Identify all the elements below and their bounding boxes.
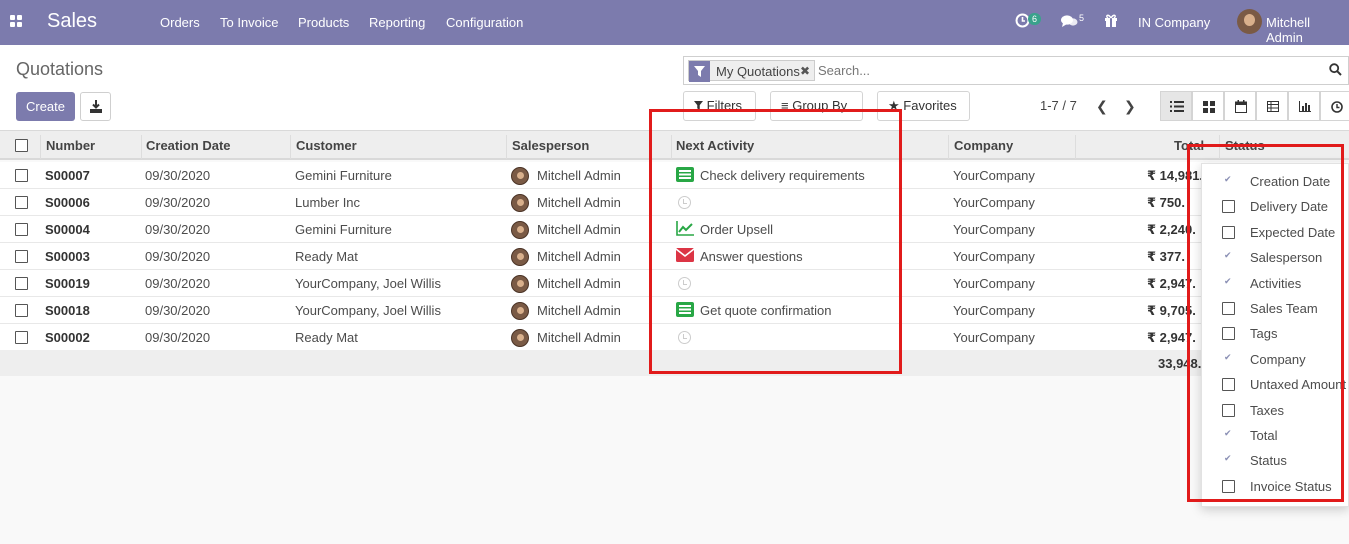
order-number: S00004 [45, 222, 90, 237]
export-button[interactable] [80, 92, 111, 121]
creation-date: 09/30/2020 [145, 249, 211, 264]
kanban-view-icon[interactable] [1192, 91, 1224, 121]
salesperson-avatar [511, 167, 529, 185]
facet-label: My Quotations [716, 64, 800, 79]
facet-my-quotations[interactable]: My Quotations ✖ [688, 60, 815, 82]
gift-icon[interactable] [1104, 13, 1118, 31]
creation-date: 09/30/2020 [145, 330, 211, 345]
apps-menu-icon[interactable] [10, 15, 23, 28]
header-number[interactable]: Number [46, 138, 95, 153]
creation-date: 09/30/2020 [145, 303, 211, 318]
customer: Ready Mat [295, 249, 358, 264]
creation-date: 09/30/2020 [145, 276, 211, 291]
company: YourCompany [953, 330, 1035, 345]
user-avatar[interactable] [1237, 9, 1262, 34]
annotation-next-activity-box [649, 109, 902, 374]
creation-date: 09/30/2020 [145, 195, 211, 210]
row-checkbox[interactable] [15, 331, 28, 344]
customer: YourCompany, Joel Willis [295, 276, 441, 291]
salesperson-avatar [511, 275, 529, 293]
header-company[interactable]: Company [954, 138, 1013, 153]
salesperson-avatar [511, 329, 529, 347]
row-checkbox[interactable] [15, 304, 28, 317]
annotation-optional-columns-box [1187, 144, 1344, 502]
order-number: S00003 [45, 249, 90, 264]
list-view-icon[interactable] [1160, 91, 1192, 121]
salesperson: Mitchell Admin [537, 195, 621, 210]
company: YourCompany [953, 276, 1035, 291]
row-checkbox[interactable] [15, 277, 28, 290]
order-number: S00018 [45, 303, 90, 318]
messaging-icon[interactable] [1061, 14, 1078, 31]
search-bar[interactable]: My Quotations ✖ Search... [683, 56, 1349, 85]
order-number: S00019 [45, 276, 90, 291]
salesperson: Mitchell Admin [537, 276, 621, 291]
customer: Gemini Furniture [295, 222, 392, 237]
menu-reporting[interactable]: Reporting [369, 15, 425, 30]
menu-to-invoice[interactable]: To Invoice [220, 15, 279, 30]
graph-view-icon[interactable] [1288, 91, 1320, 121]
total-amount: ₹ 377. [1147, 249, 1185, 264]
remove-facet-icon[interactable]: ✖ [800, 64, 810, 78]
customer: Ready Mat [295, 330, 358, 345]
creation-date: 09/30/2020 [145, 222, 211, 237]
company-switcher[interactable]: IN Company [1138, 15, 1210, 30]
select-all-checkbox[interactable] [15, 139, 28, 152]
calendar-view-icon[interactable] [1224, 91, 1256, 121]
order-number: S00007 [45, 168, 90, 183]
salesperson: Mitchell Admin [537, 168, 621, 183]
header-customer[interactable]: Customer [296, 138, 357, 153]
pivot-view-icon[interactable] [1256, 91, 1288, 121]
company: YourCompany [953, 303, 1035, 318]
row-checkbox[interactable] [15, 250, 28, 263]
customer: Gemini Furniture [295, 168, 392, 183]
app-brand[interactable]: Sales [47, 10, 97, 33]
total-amount: ₹ 750. [1147, 195, 1185, 210]
pager-value[interactable]: 1-7 / 7 [1040, 98, 1077, 113]
salesperson: Mitchell Admin [537, 249, 621, 264]
download-icon [90, 100, 102, 113]
create-button[interactable]: Create [16, 92, 75, 121]
row-checkbox[interactable] [15, 169, 28, 182]
header-creation-date[interactable]: Creation Date [146, 138, 231, 153]
salesperson: Mitchell Admin [537, 222, 621, 237]
filter-icon [689, 61, 710, 82]
company: YourCompany [953, 222, 1035, 237]
salesperson-avatar [511, 194, 529, 212]
creation-date: 09/30/2020 [145, 168, 211, 183]
pager-previous-icon[interactable]: ❮ [1096, 98, 1108, 115]
user-menu[interactable]: Mitchell Admin [1266, 15, 1349, 45]
company: YourCompany [953, 249, 1035, 264]
pager-next-icon[interactable]: ❯ [1124, 98, 1136, 115]
salesperson: Mitchell Admin [537, 303, 621, 318]
top-navbar: Sales Orders To Invoice Products Reporti… [0, 0, 1349, 45]
header-salesperson[interactable]: Salesperson [512, 138, 589, 153]
salesperson-avatar [511, 302, 529, 320]
search-input[interactable]: Search... [818, 63, 870, 78]
row-checkbox[interactable] [15, 223, 28, 236]
order-number: S00006 [45, 195, 90, 210]
company: YourCompany [953, 195, 1035, 210]
menu-products[interactable]: Products [298, 15, 349, 30]
menu-configuration[interactable]: Configuration [446, 15, 523, 30]
message-count-badge: 5 [1079, 13, 1085, 23]
salesperson-avatar [511, 221, 529, 239]
salesperson: Mitchell Admin [537, 330, 621, 345]
company: YourCompany [953, 168, 1035, 183]
activity-count-badge: 6 [1028, 13, 1042, 25]
customer: YourCompany, Joel Willis [295, 303, 441, 318]
order-number: S00002 [45, 330, 90, 345]
menu-orders[interactable]: Orders [160, 15, 200, 30]
customer: Lumber Inc [295, 195, 361, 210]
search-icon[interactable] [1329, 63, 1342, 79]
row-checkbox[interactable] [15, 196, 28, 209]
salesperson-avatar [511, 248, 529, 266]
page-title: Quotations [16, 59, 104, 79]
activity-view-icon[interactable] [1320, 91, 1349, 121]
